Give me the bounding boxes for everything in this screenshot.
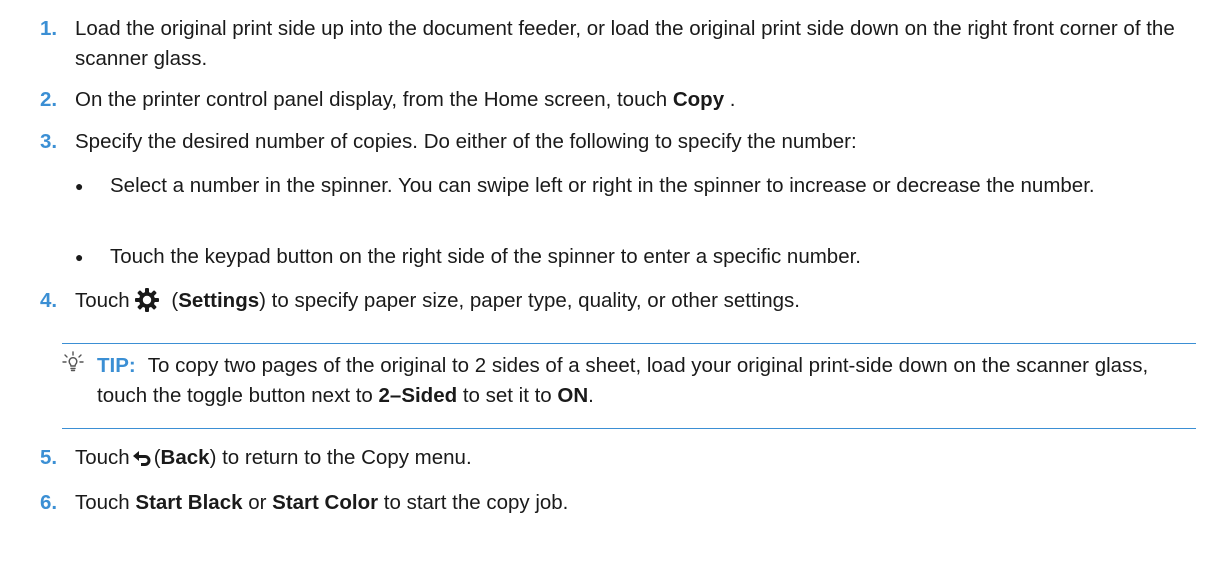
step-number: 5. — [40, 446, 58, 469]
on-label: ON — [557, 384, 589, 407]
step-text: On the printer control panel display, fr… — [75, 85, 1204, 115]
bullet-dot: ● — [75, 178, 84, 194]
step-text-part: ) to return to the Copy menu. — [209, 446, 472, 469]
step-text-part: . — [724, 88, 736, 111]
back-arrow-icon — [132, 446, 152, 466]
step-text: Specify the desired number of copies. Do… — [75, 130, 857, 153]
step-text: Touch Start Black or Start Color to star… — [75, 488, 1204, 518]
step-text-part: ( — [165, 289, 179, 312]
step-text: Load the original print side up into the… — [75, 17, 1175, 70]
step-number: 6. — [40, 491, 58, 514]
step-text-part: On the printer control panel display, fr… — [75, 88, 673, 111]
start-black-label: Start Black — [135, 491, 243, 514]
bullet-dot: ● — [75, 249, 84, 265]
tip-text: TIP: To copy two pages of the original to… — [97, 351, 1197, 411]
step-text-part: Touch — [75, 446, 130, 469]
step-text-part: Touch — [75, 491, 136, 514]
copy-label: Copy — [672, 88, 725, 111]
lightbulb-icon — [62, 351, 84, 373]
back-label: Back — [160, 446, 210, 469]
two-sided-label: 2–Sided — [378, 384, 458, 407]
step-text-part: ( — [153, 446, 161, 469]
step-number: 1. — [40, 17, 58, 40]
tip-text-part: To copy two pages of the original to 2 s… — [97, 354, 1149, 407]
step-text-part: to start the copy job. — [378, 491, 569, 514]
list-item-text: Select a number in the spinner. You can … — [110, 174, 1095, 197]
list-item-text: Touch the keypad button on the right sid… — [110, 245, 862, 268]
step-text-part: Touch — [75, 289, 130, 312]
step-number: 4. — [40, 289, 58, 312]
gear-icon — [134, 287, 160, 313]
start-color-label: Start Color — [272, 491, 379, 514]
step-number: 3. — [40, 130, 58, 153]
step-text: Touch (Back) to return to the Copy menu. — [75, 443, 1204, 473]
step-number: 2. — [40, 88, 58, 111]
step-text: Touch (Settings) to specify paper size, … — [75, 286, 1204, 316]
tip-text-part: . — [588, 384, 594, 407]
step-text-part: or — [242, 491, 273, 514]
settings-label: Settings — [178, 289, 260, 312]
tip-label: TIP: — [97, 354, 136, 377]
instructions-page: 1. Load the original print side up into … — [0, 0, 1216, 568]
step-text-part: ) to specify paper size, paper type, qua… — [259, 289, 800, 312]
tip-text-part: to set it to — [457, 384, 558, 407]
